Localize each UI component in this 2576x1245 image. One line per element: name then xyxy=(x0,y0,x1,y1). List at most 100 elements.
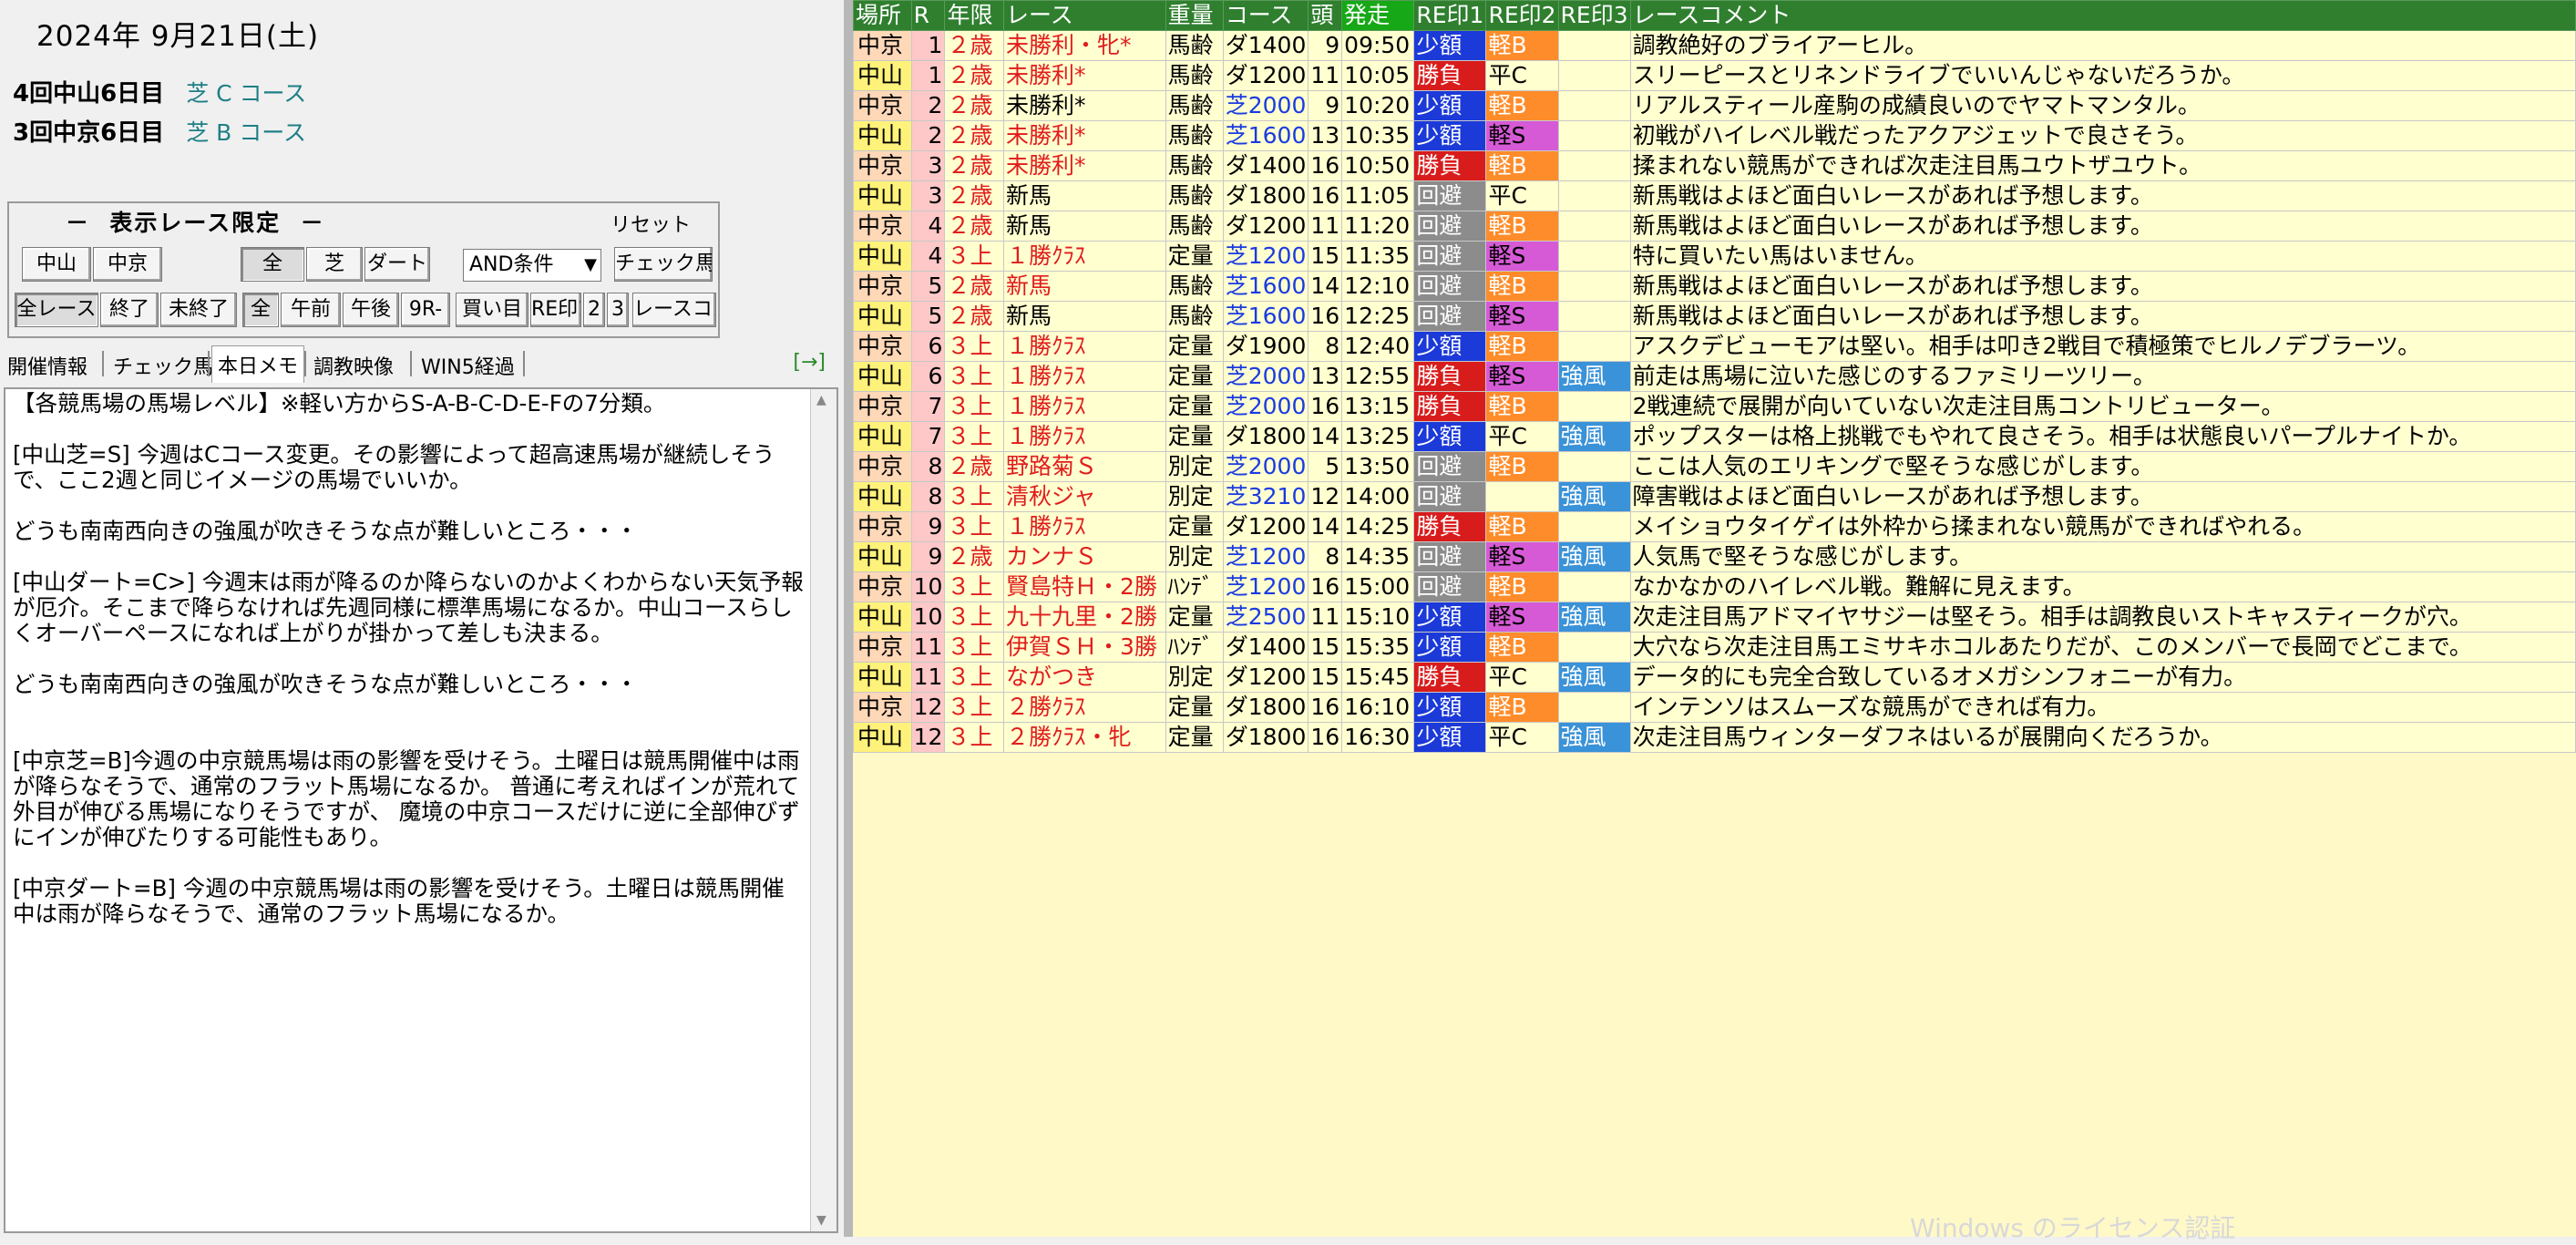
cell-place[interactable]: 中京 xyxy=(853,30,912,61)
cell-start-time[interactable]: 13:50 xyxy=(1341,451,1415,482)
cell-course[interactable]: 芝1200 xyxy=(1222,241,1309,272)
cell-place[interactable]: 中山 xyxy=(853,120,912,151)
filter-re3-button[interactable]: 3 xyxy=(607,293,629,327)
filter-dirt-button[interactable]: ダート xyxy=(364,247,430,282)
col-re1[interactable]: RE印1 xyxy=(1413,0,1487,31)
cell-re1[interactable]: 少額 xyxy=(1413,30,1487,61)
table-row[interactable]: 中京 4 ２歳 新馬 馬齢 ダ1200 11 11:20 回避 軽B 新馬戦はよほど面白いレースがあ… xyxy=(853,211,2576,242)
cell-race-comment[interactable]: 特に買いたい馬はいません。 xyxy=(1629,241,2576,272)
cell-age[interactable]: ３上 xyxy=(944,602,1005,633)
cell-race-comment[interactable]: 新馬戦はよほど面白いレースがあれば予想します。 xyxy=(1629,271,2576,302)
cell-start-time[interactable]: 15:00 xyxy=(1341,571,1415,602)
cell-start-time[interactable]: 15:10 xyxy=(1341,602,1415,633)
cell-weight[interactable]: 定量 xyxy=(1165,331,1224,362)
cell-age[interactable]: ３上 xyxy=(944,632,1005,663)
cell-weight[interactable]: 定量 xyxy=(1165,421,1224,452)
table-row[interactable]: 中山 3 ２歳 新馬 馬齢 ダ1800 16 11:05 回避 平C 新馬戦はよほど面白いレースがあ… xyxy=(853,180,2576,211)
table-row[interactable]: 中京 10 ３上 賢島特Ｈ・2勝 ﾊﾝﾃﾞ 芝1200 16 15:00 回避 軽B なかなかのハイ… xyxy=(853,571,2576,602)
cell-heads[interactable]: 15 xyxy=(1308,662,1343,693)
table-row[interactable]: 中山 11 ３上 ながつき 別定 ダ1200 15 15:45 勝負 平C 強風 データ的にも完全合致… xyxy=(853,662,2576,693)
memo-scrollbar[interactable]: ▲ ▼ xyxy=(810,389,836,1231)
col-re3[interactable]: RE印3 xyxy=(1557,0,1631,31)
table-row[interactable]: 中京 6 ３上 １勝ｸﾗｽ 定量 ダ1900 8 12:40 少額 軽B アスクデビューモアは堅い。… xyxy=(853,331,2576,362)
table-row[interactable]: 中京 9 ３上 １勝ｸﾗｽ 定量 ダ1200 14 14:25 勝負 軽B メイショウタイゲイは外枠… xyxy=(853,511,2576,542)
cell-race-comment[interactable]: スリーピースとリネンドライブでいいんじゃないだろうか。 xyxy=(1629,60,2576,91)
cell-heads[interactable]: 16 xyxy=(1308,722,1343,753)
cell-place[interactable]: 中山 xyxy=(853,60,912,91)
table-row[interactable]: 中山 4 ３上 １勝ｸﾗｽ 定量 芝1200 15 11:35 回避 軽S 特に買いたい馬はいません… xyxy=(853,241,2576,272)
cell-re3[interactable] xyxy=(1557,120,1631,151)
cell-heads[interactable]: 11 xyxy=(1308,211,1343,242)
cell-weight[interactable]: 定量 xyxy=(1165,602,1224,633)
cell-heads[interactable]: 8 xyxy=(1308,541,1343,572)
cell-re2[interactable]: 軽S xyxy=(1485,602,1559,633)
cell-race-number[interactable]: 3 xyxy=(910,150,946,181)
filter-re1-button[interactable]: RE印1 xyxy=(530,293,581,327)
condition-select[interactable]: AND条件 ▼ xyxy=(463,249,601,282)
cell-race-comment[interactable]: 新馬戦はよほど面白いレースがあれば予想します。 xyxy=(1629,180,2576,211)
col-heads[interactable]: 頭 xyxy=(1308,0,1343,31)
cell-race-comment[interactable]: 障害戦はよほど面白いレースがあれば予想します。 xyxy=(1629,481,2576,512)
cell-course[interactable]: 芝2000 xyxy=(1222,361,1309,392)
cell-place[interactable]: 中山 xyxy=(853,241,912,272)
cell-age[interactable]: ３上 xyxy=(944,511,1005,542)
cell-start-time[interactable]: 12:25 xyxy=(1341,301,1415,332)
cell-race-name[interactable]: 未勝利* xyxy=(1003,150,1166,181)
cell-race-comment[interactable]: 2戦連続で展開が向いていない次走注目馬コントリビューター。 xyxy=(1629,391,2576,422)
table-row[interactable]: 中京 1 ２歳 未勝利・牝* 馬齢 ダ1400 9 09:50 少額 軽B 調教絶好のブライアーヒル… xyxy=(853,30,2576,61)
cell-place[interactable]: 中山 xyxy=(853,662,912,693)
cell-re1[interactable]: 少額 xyxy=(1413,90,1487,121)
cell-race-comment[interactable]: 調教絶好のブライアーヒル。 xyxy=(1629,30,2576,61)
cell-race-number[interactable]: 11 xyxy=(910,662,946,693)
cell-race-comment[interactable]: なかなかのハイレベル戦。難解に見えます。 xyxy=(1629,571,2576,602)
cell-re3[interactable] xyxy=(1557,692,1631,723)
cell-race-number[interactable]: 8 xyxy=(910,451,946,482)
col-re2[interactable]: RE印2 xyxy=(1485,0,1559,31)
cell-course[interactable]: 芝2000 xyxy=(1222,90,1309,121)
cell-re1[interactable]: 回避 xyxy=(1413,271,1487,302)
cell-start-time[interactable]: 11:05 xyxy=(1341,180,1415,211)
cell-re2[interactable]: 軽B xyxy=(1485,150,1559,181)
cell-weight[interactable]: 馬齢 xyxy=(1165,180,1224,211)
cell-start-time[interactable]: 14:25 xyxy=(1341,511,1415,542)
cell-start-time[interactable]: 14:00 xyxy=(1341,481,1415,512)
cell-race-number[interactable]: 10 xyxy=(910,571,946,602)
cell-re3[interactable] xyxy=(1557,180,1631,211)
cell-weight[interactable]: 定量 xyxy=(1165,361,1224,392)
cell-race-comment[interactable]: 揉まれない競馬ができれば次走注目馬ユウトザユウト。 xyxy=(1629,150,2576,181)
cell-re2[interactable]: 軽B xyxy=(1485,391,1559,422)
cell-race-name[interactable]: １勝ｸﾗｽ xyxy=(1003,511,1166,542)
cell-re3[interactable] xyxy=(1557,241,1631,272)
cell-re1[interactable]: 回避 xyxy=(1413,180,1487,211)
cell-re1[interactable]: 回避 xyxy=(1413,301,1487,332)
cell-start-time[interactable]: 11:20 xyxy=(1341,211,1415,242)
cell-weight[interactable]: 馬齢 xyxy=(1165,30,1224,61)
cell-re1[interactable]: 回避 xyxy=(1413,571,1487,602)
cell-re3[interactable]: 強風 xyxy=(1557,541,1631,572)
cell-place[interactable]: 中山 xyxy=(853,301,912,332)
cell-race-name[interactable]: 賢島特Ｈ・2勝 xyxy=(1003,571,1166,602)
cell-re1[interactable]: 勝負 xyxy=(1413,361,1487,392)
cell-course[interactable]: 芝1600 xyxy=(1222,301,1309,332)
cell-place[interactable]: 中山 xyxy=(853,602,912,633)
table-row[interactable]: 中山 10 ３上 九十九里・2勝 定量 芝2500 11 15:10 少額 軽S 強風 次走注目馬アド… xyxy=(853,602,2576,633)
col-course[interactable]: コース xyxy=(1222,0,1309,31)
cell-re3[interactable] xyxy=(1557,150,1631,181)
cell-re3[interactable] xyxy=(1557,301,1631,332)
cell-age[interactable]: ２歳 xyxy=(944,211,1005,242)
cell-heads[interactable]: 16 xyxy=(1308,571,1343,602)
cell-weight[interactable]: 定量 xyxy=(1165,722,1224,753)
table-row[interactable]: 中京 7 ３上 １勝ｸﾗｽ 定量 芝2000 16 13:15 勝負 軽B 2戦連続で展開が向いてい… xyxy=(853,391,2576,422)
cell-place[interactable]: 中山 xyxy=(853,180,912,211)
cell-heads[interactable]: 14 xyxy=(1308,421,1343,452)
cell-weight[interactable]: 定量 xyxy=(1165,511,1224,542)
cell-course[interactable]: ダ1800 xyxy=(1222,421,1309,452)
cell-re1[interactable]: 回避 xyxy=(1413,481,1487,512)
cell-place[interactable]: 中山 xyxy=(853,481,912,512)
cell-weight[interactable]: ﾊﾝﾃﾞ xyxy=(1165,571,1224,602)
cell-start-time[interactable]: 10:20 xyxy=(1341,90,1415,121)
cell-place[interactable]: 中京 xyxy=(853,632,912,663)
table-row[interactable]: 中京 11 ３上 伊賀ＳＨ・3勝 ﾊﾝﾃﾞ ダ1400 15 15:35 少額 軽B 大穴なら次走注… xyxy=(853,632,2576,663)
cell-re3[interactable]: 強風 xyxy=(1557,662,1631,693)
cell-re2[interactable]: 軽S xyxy=(1485,361,1559,392)
